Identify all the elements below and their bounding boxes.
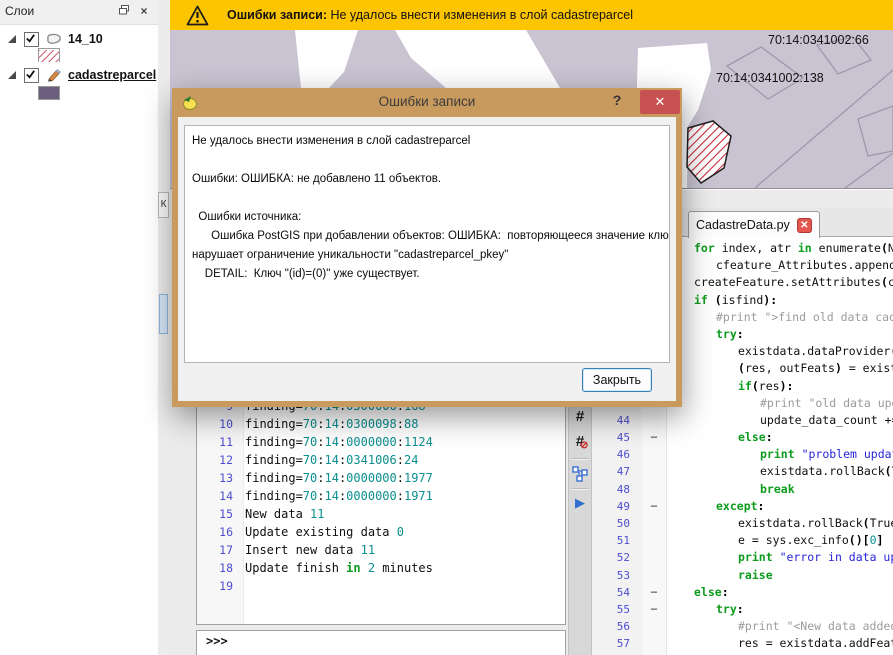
fold-marker[interactable]: − [642,498,666,515]
fold-marker[interactable]: − [642,429,666,446]
console-input-field[interactable]: >>> [196,630,566,655]
editor-code-line: 47existdata.rollBack(True) [592,463,893,480]
layer-checkbox[interactable] [24,32,39,47]
console-line: 18Update finish in 2 minutes [197,559,565,577]
console-line: 17Insert new data 11 [197,541,565,559]
fold-marker [642,618,666,635]
fold-marker [642,481,666,498]
docked-panel-tab[interactable]: К [158,192,169,218]
layer-symbology-fill-swatch[interactable] [38,86,60,100]
expander-icon[interactable] [7,70,17,80]
editor-code-line: 52print "error in data updating [592,549,893,566]
editor-code-line: 54−else: [592,584,893,601]
fold-marker [642,446,666,463]
undock-panel-icon[interactable] [116,4,132,20]
uncomment-code-icon[interactable]: #⊘ [569,433,591,450]
editor-tab-label: CadastreData.py [696,218,790,232]
console-line: 13finding=70:14:0000000:1977 [197,469,565,487]
parcel-label: 70:14:0341002:138 [716,71,824,85]
message-bar-title: Ошибки записи: [227,8,327,22]
editor-code-line: 56#print "<New data added " + [592,618,893,635]
editor-code-line: 44update_data_count += 1 [592,412,893,429]
dialog-title: Ошибки записи [172,94,682,109]
console-line: 11finding=70:14:0000000:1124 [197,433,565,451]
close-panel-icon[interactable]: × [136,4,152,20]
dialog-body: Не удалось внести изменения в слой cadas… [178,117,676,401]
fold-marker [642,549,666,566]
console-line: 12finding=70:14:0341006:24 [197,451,565,469]
layer-label: 14_10 [68,32,103,46]
editor-code-line: 48break [592,481,893,498]
dialog-titlebar[interactable]: Ошибки записи ? ✕ [172,88,682,117]
close-button[interactable]: Закрыть [582,368,652,392]
layer-symbology-hatch-swatch[interactable] [38,48,60,62]
fold-marker[interactable]: − [642,601,666,618]
editor-code-line: 49−except: [592,498,893,515]
error-message-bar[interactable]: Ошибки записи: Не удалось внести изменен… [170,0,893,30]
layers-panel-header: Слои × [0,0,158,25]
layer-item-14-10[interactable]: 14_10 [0,30,103,48]
fold-marker [642,412,666,429]
editor-code-line: 51e = sys.exc_info()[0] [592,532,893,549]
editor-code-line: 46print "problem updating da [592,446,893,463]
strip-scroll-handle[interactable] [159,294,168,334]
editor-tab-cadastredata[interactable]: CadastreData.py ✕ [688,211,820,238]
editor-code-line: 55−try: [592,601,893,618]
editor-code-line: 53raise [592,567,893,584]
dialog-message-box: Не удалось внести изменения в слой cadas… [184,125,670,363]
object-inspector-icon[interactable] [569,466,591,487]
console-line: 10finding=70:14:0300098:88 [197,415,565,433]
fold-marker [642,515,666,532]
editor-code-line: 50existdata.rollBack(True) [592,515,893,532]
expander-icon[interactable] [7,34,17,44]
comment-code-icon[interactable]: # [569,408,591,425]
console-line: 19 [197,577,565,595]
toolbar-separator [571,458,589,460]
layers-panel-title: Слои [5,4,34,18]
fold-marker [642,635,666,652]
console-line: 14finding=70:14:0000000:1971 [197,487,565,505]
fold-marker [642,567,666,584]
editor-code-line: 45−else: [592,429,893,446]
pencil-edit-icon [45,68,63,82]
polygon-layer-icon [45,32,63,46]
fold-marker[interactable]: − [642,584,666,601]
message-bar-text: Ошибки записи: Не удалось внести изменен… [227,8,633,22]
help-button[interactable]: ? [608,92,626,112]
fold-marker [642,532,666,549]
editor-code-line: 57res = existdata.addFeature(cr [592,635,893,652]
console-line: 16Update existing data 0 [197,523,565,541]
run-script-icon[interactable]: ▶ [569,495,591,511]
layer-checkbox[interactable] [24,68,39,83]
layers-panel: Слои × 14_10 [0,0,159,655]
warning-triangle-icon [186,5,209,26]
toolbar-separator [571,488,589,490]
tab-close-icon[interactable]: ✕ [797,218,812,233]
console-lines: 9finding=70:14:0300006:16810finding=70:1… [197,397,565,595]
qgis-window: Слои × 14_10 [0,0,893,655]
console-prompt: >>> [206,634,228,648]
layer-label: cadastreparcel [68,68,156,82]
dialog-message-text: Не удалось внести изменения в слой cadas… [192,132,669,284]
layer-item-cadastreparcel[interactable]: cadastreparcel [0,66,156,84]
write-errors-dialog: Ошибки записи ? ✕ Не удалось внести изме… [172,88,682,407]
fold-marker [642,463,666,480]
dialog-close-icon[interactable]: ✕ [640,90,680,114]
console-line: 15New data 11 [197,505,565,523]
parcel-label: 70:14:0341002:66 [768,33,869,47]
message-bar-detail: Не удалось внести изменения в слой cadas… [327,8,633,22]
